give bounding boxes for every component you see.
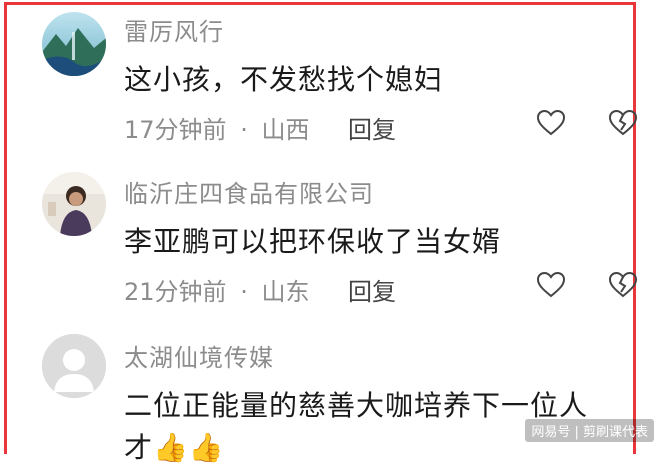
heart-outline-icon[interactable] <box>536 109 566 136</box>
comment-text: 李亚鹏可以把环保收了当女婿 <box>124 225 502 258</box>
reply-button[interactable]: 回复 <box>348 110 396 145</box>
comment-text: 二位正能量的慈善大咖培养下一位人 <box>124 389 589 422</box>
separator-dot: · <box>240 278 248 306</box>
comment-location: 山西 <box>261 116 310 144</box>
comment-text-continued: 才👍👍 <box>124 431 225 464</box>
reply-button[interactable]: 回复 <box>348 272 396 307</box>
broken-heart-icon[interactable] <box>608 109 638 136</box>
comment-meta: 21分钟前 · 山东 <box>124 272 309 307</box>
heart-outline-icon[interactable] <box>536 271 566 298</box>
user-avatar[interactable] <box>42 334 106 398</box>
separator-dot: · <box>240 116 248 144</box>
user-avatar[interactable] <box>42 12 106 76</box>
comment-time: 21分钟前 <box>124 278 227 306</box>
user-avatar[interactable] <box>42 172 106 236</box>
broken-heart-icon[interactable] <box>608 271 638 298</box>
watermark: 网易号 | 剪刷课代表 <box>525 419 654 442</box>
comment-meta: 17分钟前 · 山西 <box>124 110 309 145</box>
comment-username[interactable]: 太湖仙境传媒 <box>124 338 274 373</box>
comment-username[interactable]: 临沂庄四食品有限公司 <box>124 174 374 209</box>
comment-username[interactable]: 雷厉风行 <box>124 12 224 47</box>
comment-text: 这小孩，不发愁找个媳妇 <box>124 63 444 96</box>
comment-location: 山东 <box>261 278 310 306</box>
comment-time: 17分钟前 <box>124 116 227 144</box>
